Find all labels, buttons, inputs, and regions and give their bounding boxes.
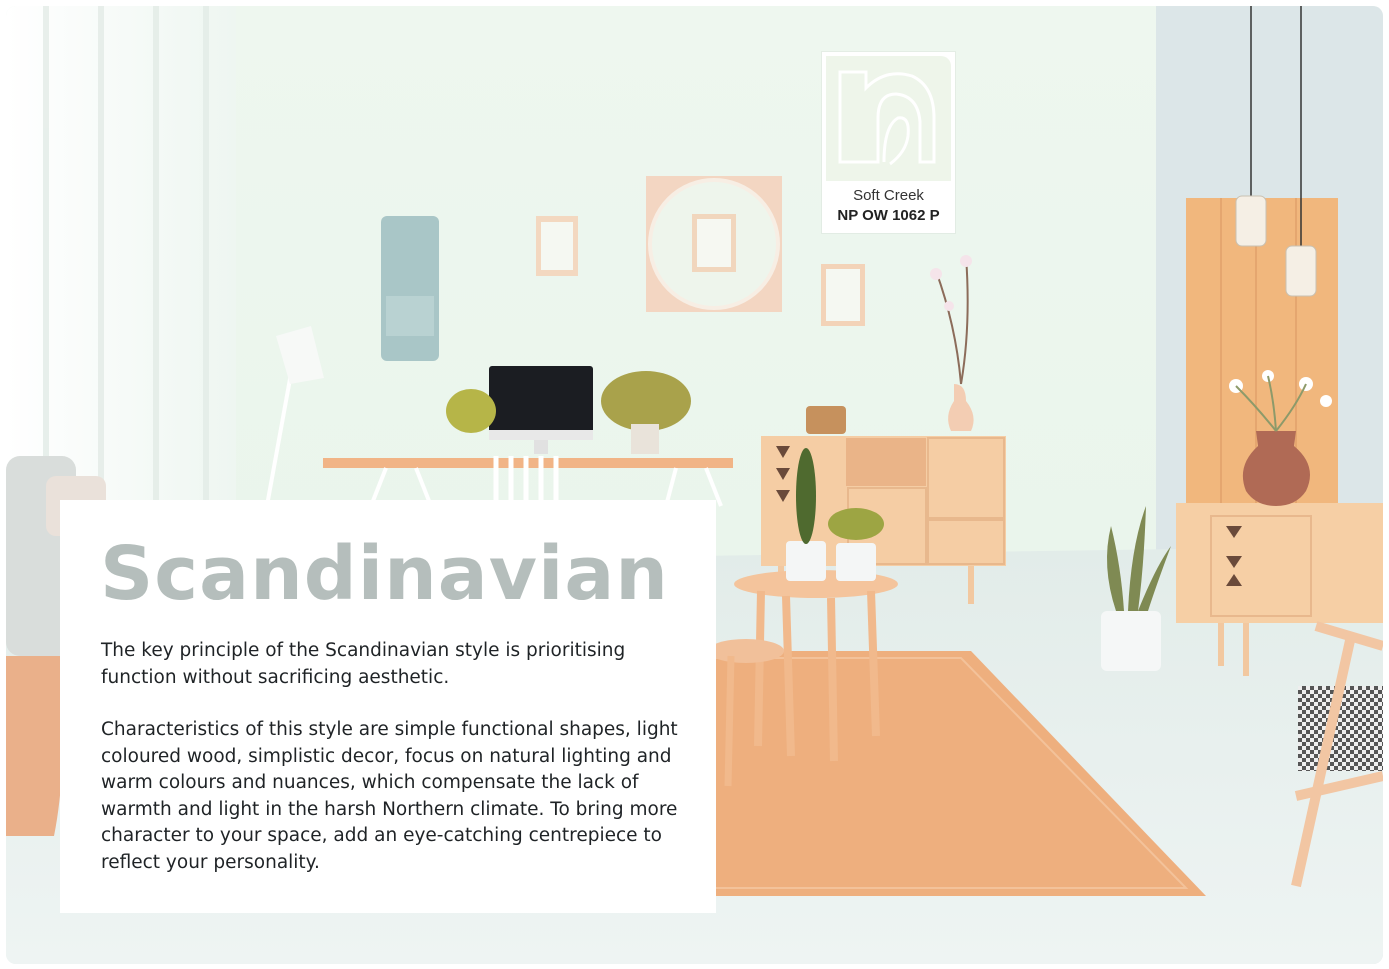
floor-basket <box>6 656 64 836</box>
swatch-color-name: Soft Creek <box>853 187 924 204</box>
basket <box>806 406 846 434</box>
wall-organizer <box>381 216 439 361</box>
right-cabinet <box>1176 503 1383 623</box>
floor-planter <box>1101 611 1161 671</box>
paint-swatch-card: Soft Creek NP OW 1062 P <box>822 52 955 233</box>
monitor <box>489 366 593 434</box>
desk-plant-right <box>601 371 691 431</box>
n-letter-logo-icon <box>838 70 936 166</box>
intro-paragraph: The key principle of the Scandinavian st… <box>101 640 626 688</box>
swatch-color-code: NP OW 1062 P <box>837 207 940 224</box>
style-description-card: Scandinavian The key principle of the Sc… <box>60 500 716 913</box>
swatch-color-chip <box>826 56 951 181</box>
brochure-page: Soft Creek NP OW 1062 P Scandinavian The… <box>0 0 1389 969</box>
desk-plant-left <box>446 389 496 433</box>
style-heading: Scandinavian <box>100 531 669 617</box>
characteristics-paragraph: Characteristics of this style are simple… <box>101 719 678 873</box>
vase <box>948 384 974 431</box>
